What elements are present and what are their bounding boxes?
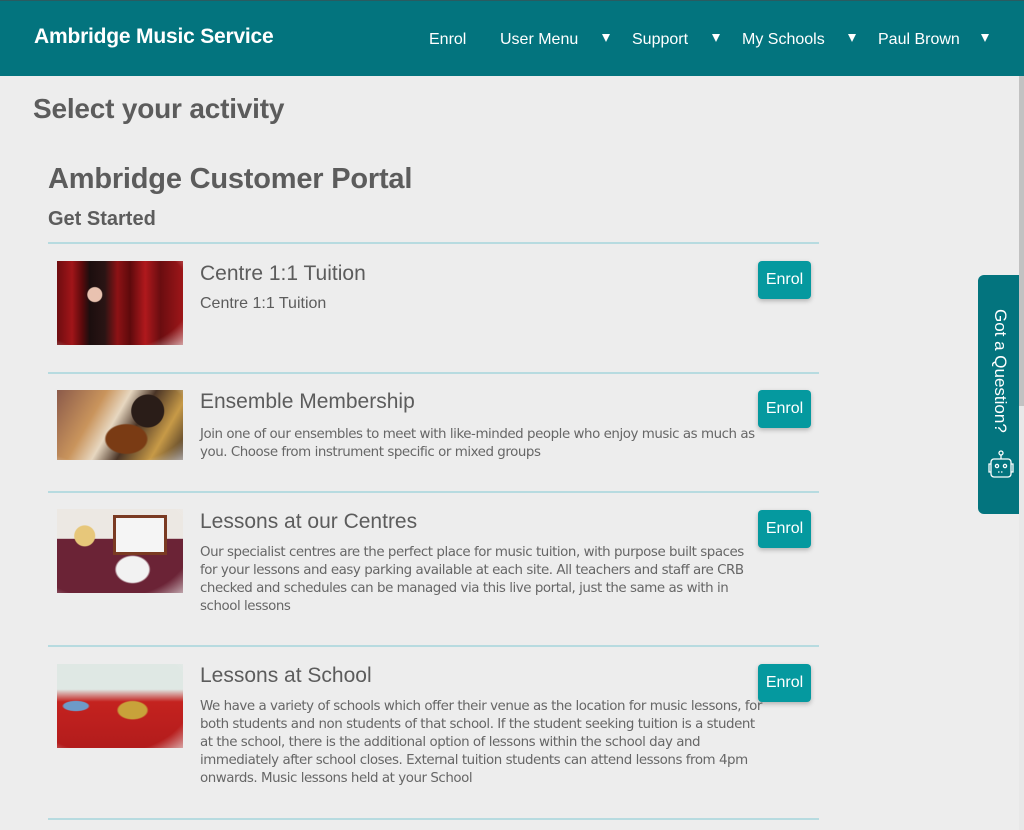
scrollbar-thumb[interactable] [1019,76,1024,406]
support-caret-down-icon[interactable] [712,34,720,42]
nav-support[interactable]: Support [632,31,688,49]
divider [48,242,819,244]
activity-image [57,664,183,748]
user-menu-caret-down-icon[interactable] [602,34,610,42]
portal-title: Ambridge Customer Portal [48,163,413,195]
page-scrollbar[interactable] [1019,76,1024,830]
activity-image [57,261,183,345]
activity-image [57,390,183,460]
brand-logo-text[interactable]: Ambridge Music Service [34,25,274,49]
user-account-caret-down-icon[interactable] [981,34,989,42]
activity-item-ensemble-membership: Ensemble Membership Join one of our ense… [48,390,819,490]
nav-user-account[interactable]: Paul Brown [878,31,960,49]
activity-description: Join one of our ensembles to meet with l… [200,427,755,460]
activity-title: Ensemble Membership [200,390,415,413]
divider [48,491,819,493]
enrol-button[interactable]: Enrol [758,510,811,548]
robot-icon [988,450,1014,478]
nav-enrol[interactable]: Enrol [429,31,466,49]
activity-item-lessons-at-centres: Lessons at our Centres Our specialist ce… [48,509,819,644]
activity-item-lessons-at-school: Lessons at School We have a variety of s… [48,664,819,814]
portal-subtitle: Get Started [48,208,156,230]
top-navbar: Ambridge Music Service Enrol User Menu S… [0,0,1024,76]
page-title: Select your activity [33,93,285,124]
got-a-question-tab[interactable]: Got a Question? [978,275,1020,514]
enrol-button[interactable]: Enrol [758,664,811,702]
divider [48,818,819,820]
activity-item-centre-tuition: Centre 1:1 Tuition Centre 1:1 Tuition En… [48,261,819,371]
activity-title: Centre 1:1 Tuition [200,262,366,285]
nav-my-schools[interactable]: My Schools [742,31,825,49]
activity-description: Our specialist centres are the perfect p… [200,545,744,614]
activity-subtitle: Centre 1:1 Tuition [200,295,327,312]
enrol-button[interactable]: Enrol [758,390,811,428]
enrol-button[interactable]: Enrol [758,261,811,299]
activity-title: Lessons at School [200,664,372,687]
divider [48,645,819,647]
divider [48,372,819,374]
activity-description: We have a variety of schools which offer… [200,699,762,786]
activity-image [57,509,183,593]
nav-user-menu[interactable]: User Menu [500,31,578,49]
help-tab-label: Got a Question? [991,309,1010,433]
activity-title: Lessons at our Centres [200,510,418,533]
my-schools-caret-down-icon[interactable] [848,34,856,42]
